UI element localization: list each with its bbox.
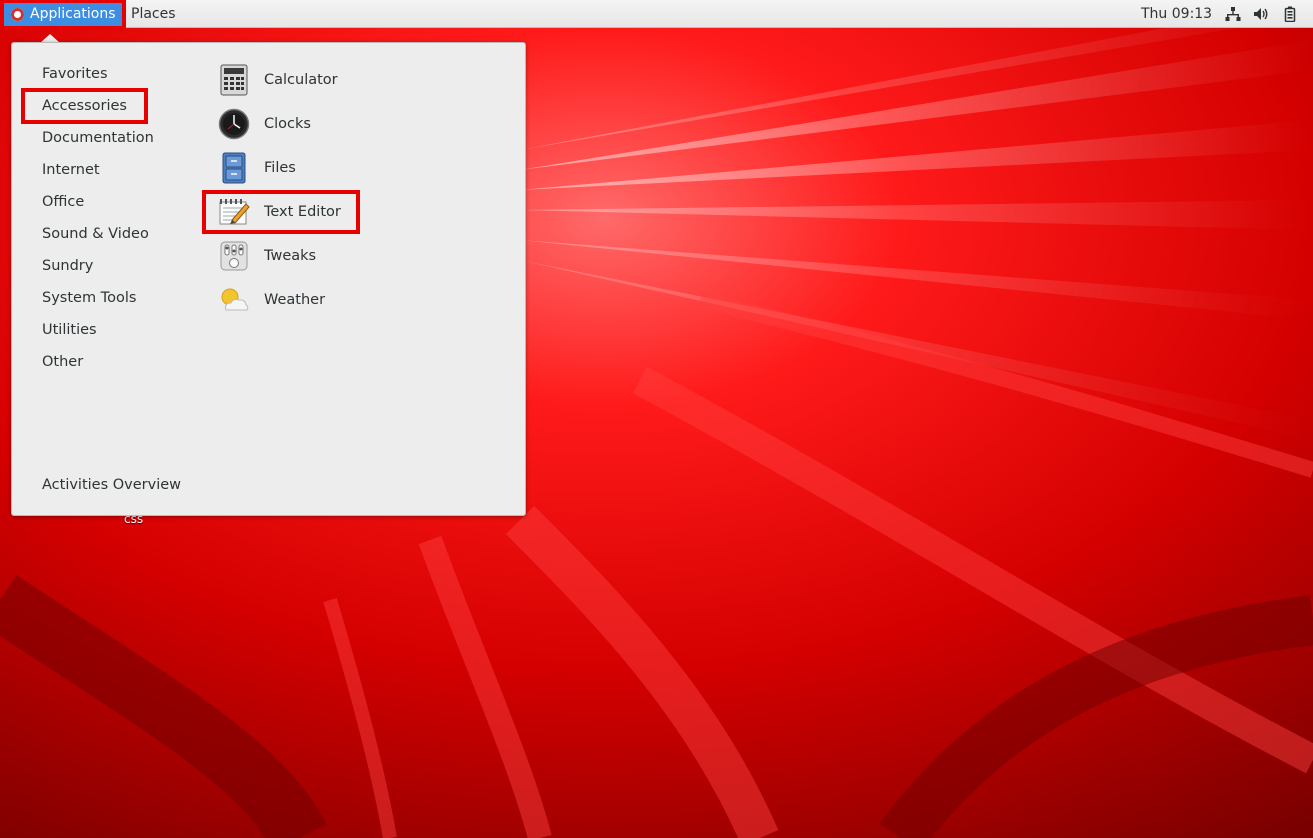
- app-label: Calculator: [264, 72, 338, 88]
- applications-label: Applications: [30, 6, 116, 22]
- network-icon[interactable]: [1225, 6, 1241, 22]
- applications-menu-button[interactable]: Applications: [0, 0, 126, 30]
- places-menu-button[interactable]: Places: [123, 2, 184, 26]
- category-documentation[interactable]: Documentation: [42, 126, 154, 150]
- app-label: Weather: [264, 292, 326, 308]
- top-panel: Applications Places Thu 09:13: [0, 0, 1313, 30]
- app-label: Tweaks: [264, 248, 317, 264]
- app-label: Files: [264, 160, 296, 176]
- app-text-editor[interactable]: Text Editor: [202, 190, 360, 234]
- clock-icon: [218, 108, 250, 140]
- battery-icon[interactable]: [1282, 6, 1298, 23]
- category-sundry[interactable]: Sundry: [42, 254, 93, 278]
- distro-logo-icon: [11, 8, 24, 21]
- category-accessories[interactable]: Accessories: [21, 88, 148, 124]
- category-sound-video[interactable]: Sound & Video: [42, 222, 149, 246]
- clock[interactable]: Thu 09:13: [1133, 2, 1220, 26]
- app-label: Clocks: [264, 116, 311, 132]
- category-office[interactable]: Office: [42, 190, 84, 214]
- desktop-screen: css Applications Places Thu 09:13 Favori…: [0, 0, 1313, 838]
- file-cabinet-icon: [218, 152, 250, 184]
- category-other[interactable]: Other: [42, 350, 83, 374]
- app-label: Text Editor: [264, 204, 341, 220]
- text-editor-icon: [218, 196, 250, 228]
- volume-icon[interactable]: [1253, 6, 1269, 22]
- category-utilities[interactable]: Utilities: [42, 318, 97, 342]
- activities-overview-item[interactable]: Activities Overview: [42, 473, 181, 497]
- calculator-icon: [218, 64, 250, 96]
- applications-menu: Favorites Accessories Documentation Inte…: [11, 42, 526, 516]
- tweaks-icon: [218, 240, 250, 272]
- category-internet[interactable]: Internet: [42, 158, 100, 182]
- weather-icon: [218, 284, 250, 316]
- category-system-tools[interactable]: System Tools: [42, 286, 136, 310]
- category-favorites[interactable]: Favorites: [42, 62, 108, 86]
